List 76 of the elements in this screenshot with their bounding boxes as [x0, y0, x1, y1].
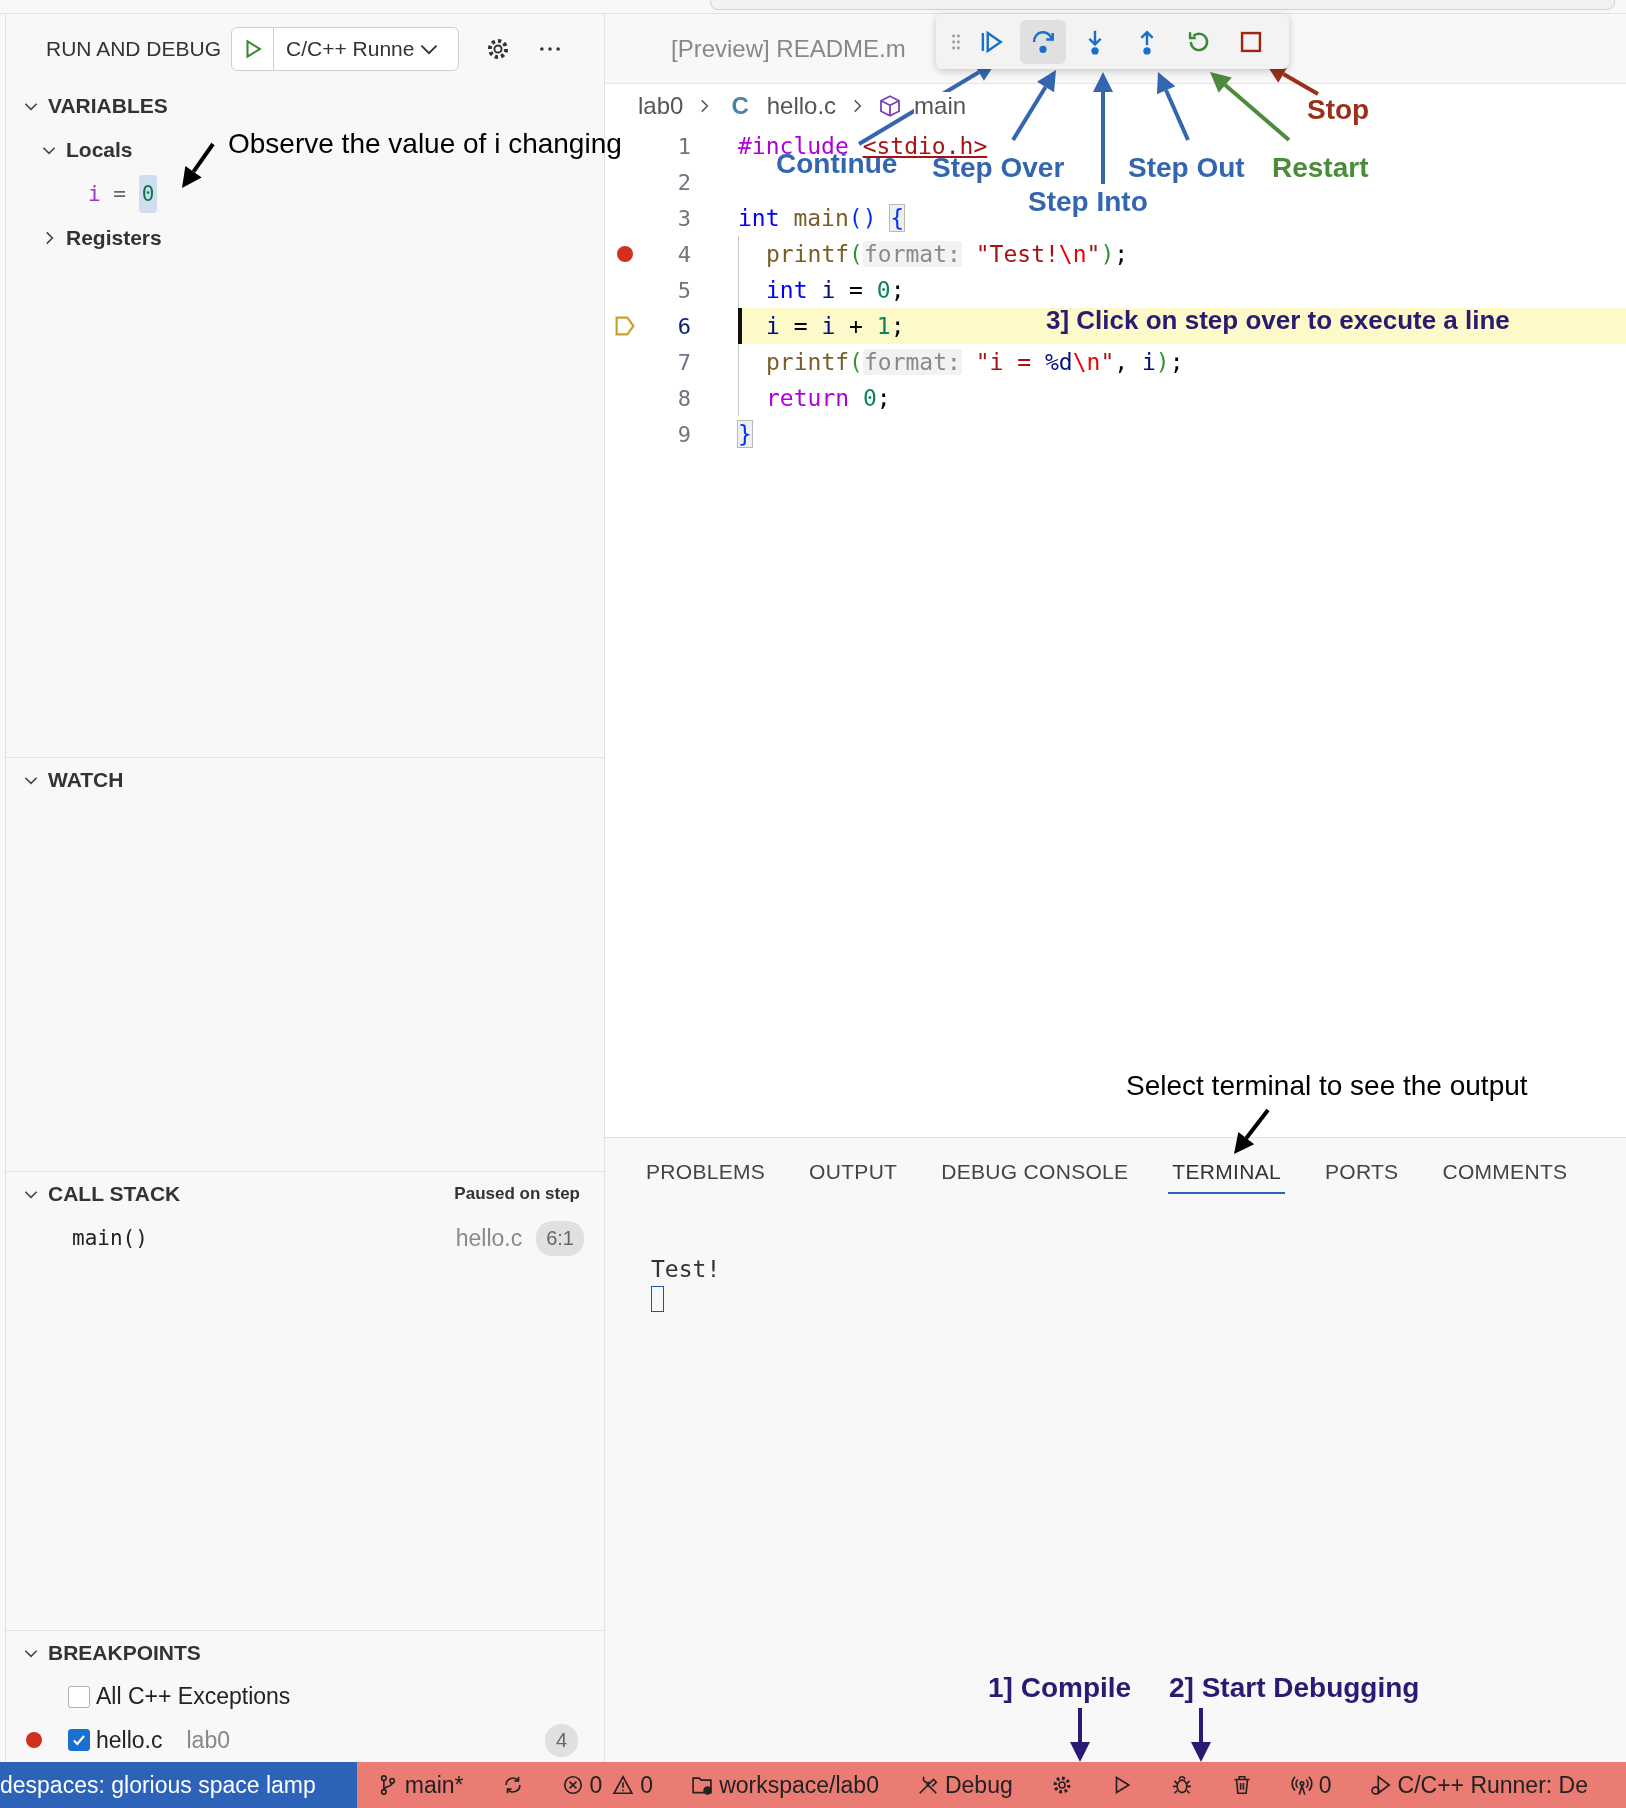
- runner-status-item[interactable]: C/C++ Runner: De: [1369, 1771, 1588, 1799]
- step-over-icon: [1030, 28, 1056, 55]
- section-title[interactable]: CALL STACK: [48, 1182, 181, 1206]
- annotation-text: Select terminal to see the output: [1126, 1070, 1528, 1103]
- annotation-text: 1] Compile: [988, 1672, 1132, 1705]
- c-file-icon: C: [731, 92, 749, 120]
- code-line: int main() {: [738, 204, 905, 233]
- variable-entry[interactable]: i = 0: [88, 174, 158, 214]
- broadcast-icon: [1290, 1774, 1313, 1796]
- panel-tab[interactable]: COMMENTS: [1438, 1152, 1572, 1194]
- annotation-text: Restart: [1272, 152, 1369, 185]
- errors-status-item[interactable]: 0: [561, 1771, 603, 1799]
- config-dropdown[interactable]: C/C++ Runne: [274, 28, 459, 70]
- line-number: 8: [676, 385, 691, 411]
- annotation-text: Observe the value of i changing: [228, 128, 622, 161]
- annotation-arrow: [182, 142, 215, 188]
- annotation-text: Step Into: [1028, 186, 1148, 219]
- annotation-text: 3] Click on step over to execute a line: [1046, 306, 1510, 336]
- checkbox[interactable]: [68, 1729, 90, 1752]
- line-number: 1: [676, 133, 691, 159]
- breakpoint-folder: lab0: [186, 1726, 230, 1754]
- debug-status: Paused on step: [454, 1184, 580, 1204]
- line-number: 4: [676, 241, 691, 267]
- breakpoint-icon[interactable]: [617, 246, 633, 262]
- panel-tab[interactable]: PROBLEMS: [642, 1152, 770, 1194]
- panel-tab[interactable]: TERMINAL: [1168, 1152, 1285, 1194]
- section-title[interactable]: BREAKPOINTS: [48, 1640, 201, 1665]
- tools-status-item[interactable]: Debug: [916, 1771, 1013, 1799]
- branch-status-item[interactable]: main*: [376, 1771, 464, 1799]
- errors-icon: [561, 1774, 584, 1796]
- terminal-output: Test!: [651, 1255, 722, 1284]
- annotation-text: Step Out: [1128, 152, 1245, 185]
- warnings-status-item[interactable]: 0: [612, 1771, 654, 1799]
- bug-icon: [1170, 1774, 1193, 1796]
- panel-tab[interactable]: PORTS: [1320, 1152, 1403, 1194]
- annotation-arrow: [1234, 1108, 1270, 1154]
- scope-label[interactable]: Locals: [66, 138, 133, 162]
- warnings-icon: [612, 1774, 635, 1796]
- folder-status-item[interactable]: workspace/lab0: [691, 1771, 879, 1799]
- code-line: i = i + 1;: [766, 312, 905, 341]
- panel-tab[interactable]: DEBUG CONSOLE: [937, 1152, 1133, 1194]
- section-title[interactable]: VARIABLES: [48, 94, 168, 118]
- remote-indicator[interactable]: despaces: glorious space lamp: [0, 1762, 357, 1808]
- annotation-arrow: [1156, 72, 1190, 141]
- line-badge: 4: [544, 1723, 578, 1757]
- terminal-cursor: [651, 1286, 664, 1312]
- breakpoint-label[interactable]: All C++ Exceptions: [96, 1683, 291, 1710]
- line-number: 3: [676, 205, 691, 231]
- line-number: 5: [676, 277, 691, 303]
- runner-icon: [1369, 1774, 1392, 1796]
- folder-icon: [691, 1774, 714, 1796]
- line-number: 2: [676, 169, 691, 195]
- breakpoint-label[interactable]: hello.c: [96, 1726, 163, 1754]
- section-title[interactable]: WATCH: [48, 768, 124, 792]
- annotation-arrow: [1070, 1708, 1090, 1762]
- broadcast-status-item[interactable]: 0: [1290, 1771, 1332, 1799]
- current-line-arrow-icon: [613, 314, 637, 338]
- annotation-text: 2] Start Debugging: [1169, 1672, 1420, 1705]
- annotation-arrow: [1191, 1708, 1211, 1762]
- annotation-arrow: [1011, 70, 1056, 142]
- checkbox[interactable]: [68, 1685, 90, 1708]
- scope-label[interactable]: Registers: [66, 226, 162, 250]
- tools-icon: [916, 1774, 939, 1796]
- line-number: 9: [676, 421, 691, 447]
- cube-icon: [878, 94, 903, 118]
- panel-tab[interactable]: OUTPUT: [805, 1152, 902, 1194]
- line-number: 7: [676, 349, 691, 375]
- step-over-button[interactable]: [1020, 19, 1066, 64]
- code-line: return 0;: [766, 384, 891, 413]
- code-line: printf(format: "Test!\n");: [766, 240, 1129, 269]
- code-line: printf(format: "i = %d\n", i);: [766, 348, 1184, 377]
- line-number: 6: [676, 313, 691, 339]
- annotation-text: Stop: [1307, 94, 1370, 127]
- code-line: int i = 0;: [766, 276, 905, 305]
- panel-title: RUN AND DEBUG: [46, 37, 222, 61]
- stack-frame[interactable]: main() hello.c 6:1: [6, 1216, 604, 1260]
